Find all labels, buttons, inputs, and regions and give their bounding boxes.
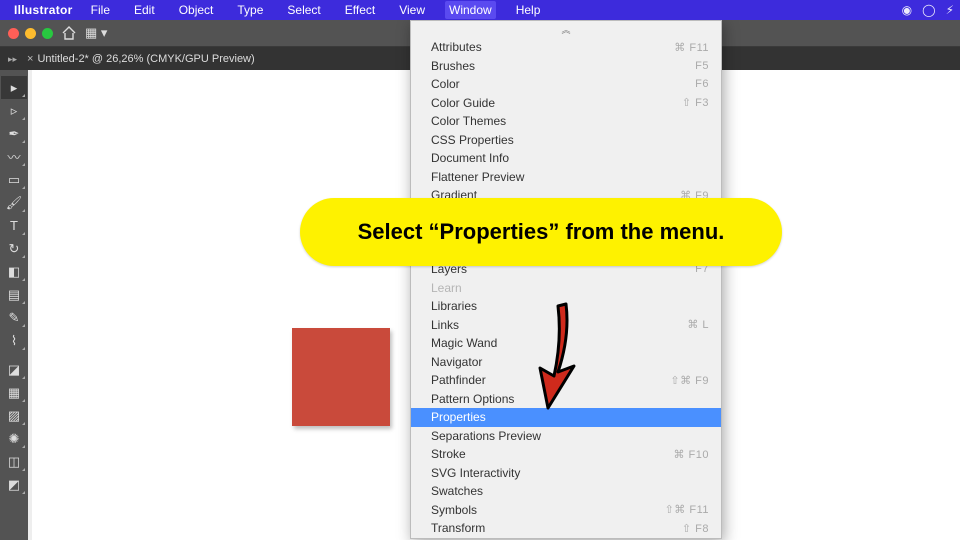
menubar-status-area: ◉ ◯ ⚡︎ bbox=[902, 3, 954, 17]
tool-type[interactable]: T bbox=[1, 214, 27, 237]
window-minimize-icon[interactable] bbox=[25, 28, 36, 39]
menu-window[interactable]: Window bbox=[445, 1, 496, 19]
menu-item-color-guide[interactable]: Color Guide ⇧ F3 bbox=[411, 94, 721, 113]
app-name[interactable]: Illustrator bbox=[14, 3, 73, 17]
menu-item-brushes[interactable]: Brushes F5 bbox=[411, 57, 721, 76]
menu-item-label: Swatches bbox=[431, 484, 483, 498]
arrow-annotation-icon bbox=[530, 296, 590, 416]
menu-item-label: Brushes bbox=[431, 59, 475, 73]
menu-item-document-info[interactable]: Document Info bbox=[411, 149, 721, 168]
menu-item-label: Learn bbox=[431, 281, 462, 295]
menu-item-flattener-preview[interactable]: Flattener Preview bbox=[411, 168, 721, 187]
menu-item-attributes[interactable]: Attributes ⌘ F11 bbox=[411, 38, 721, 57]
instruction-text: Select “Properties” from the menu. bbox=[358, 219, 725, 245]
menu-item-shortcut: F6 bbox=[695, 78, 709, 90]
menu-item-color-themes[interactable]: Color Themes bbox=[411, 112, 721, 131]
menu-item-separations-preview[interactable]: Separations Preview bbox=[411, 427, 721, 446]
tool-direct-select[interactable]: ▹ bbox=[1, 99, 27, 122]
menu-item-label: Navigator bbox=[431, 355, 482, 369]
menu-item-label: Attributes bbox=[431, 40, 482, 54]
menu-item-label: Color Guide bbox=[431, 96, 495, 110]
menu-select[interactable]: Select bbox=[283, 1, 324, 19]
tool-paintbrush[interactable]: 🖌 bbox=[1, 191, 27, 214]
user-icon[interactable]: ◯ bbox=[922, 3, 935, 17]
menu-item-label: Document Info bbox=[431, 151, 509, 165]
menu-item-label: Color bbox=[431, 77, 460, 91]
creative-cloud-icon[interactable]: ◉ bbox=[902, 3, 912, 17]
menu-item-label: CSS Properties bbox=[431, 133, 514, 147]
arrange-documents-icon[interactable]: ▦ ▾ bbox=[85, 25, 107, 41]
rectangle-shape[interactable] bbox=[292, 328, 390, 426]
menu-item-transform[interactable]: Transform ⇧ F8 bbox=[411, 519, 721, 538]
menu-item-shortcut: ⇧⌘ F11 bbox=[665, 503, 709, 516]
battery-icon: ⚡︎ bbox=[946, 3, 954, 17]
tool-rotate[interactable]: ↻ bbox=[1, 237, 27, 260]
menu-item-label: Separations Preview bbox=[431, 429, 541, 443]
tool-curvature[interactable]: 〰 bbox=[1, 145, 27, 168]
menu-item-label: Symbols bbox=[431, 503, 477, 517]
menu-item-label: Magic Wand bbox=[431, 336, 497, 350]
menu-file[interactable]: File bbox=[87, 1, 114, 19]
canvas-edge bbox=[28, 70, 32, 540]
menu-item-learn: Learn bbox=[411, 279, 721, 298]
menu-item-label: Libraries bbox=[431, 299, 477, 313]
menu-item-color[interactable]: Color F6 bbox=[411, 75, 721, 94]
menu-item-swatches[interactable]: Swatches bbox=[411, 482, 721, 501]
tool-column-graph[interactable]: ◫ bbox=[1, 450, 27, 473]
tool-pen[interactable]: ✒ bbox=[1, 122, 27, 145]
menu-item-svg-interactivity[interactable]: SVG Interactivity bbox=[411, 464, 721, 483]
window-menu-dropdown: ︽ Attributes ⌘ F11 Brushes F5 Color F6 Color G… bbox=[410, 20, 722, 539]
menu-item-label: Stroke bbox=[431, 447, 466, 461]
tab-close-icon[interactable]: × bbox=[27, 53, 33, 65]
menu-item-shortcut: ⇧ F3 bbox=[682, 96, 709, 109]
menu-item-label: Links bbox=[431, 318, 459, 332]
expand-panels-icon[interactable]: ▸▸ bbox=[8, 54, 17, 65]
tool-artboard[interactable]: ▦ bbox=[1, 381, 27, 404]
menu-item-label: Flattener Preview bbox=[431, 170, 524, 184]
menu-item-shortcut: ⌘ F10 bbox=[673, 448, 709, 461]
tool-shaper[interactable]: ⌇ bbox=[1, 329, 27, 352]
menu-item-label: Transform bbox=[431, 521, 485, 535]
tool-selection[interactable]: ▸ bbox=[1, 76, 27, 99]
menu-edit[interactable]: Edit bbox=[130, 1, 159, 19]
menu-item-shortcut: ⌘ L bbox=[687, 318, 709, 331]
menu-item-shortcut: F5 bbox=[695, 60, 709, 72]
tool-eraser[interactable]: ◧ bbox=[1, 260, 27, 283]
menu-item-shortcut: ⌘ F11 bbox=[674, 41, 709, 54]
menu-effect[interactable]: Effect bbox=[341, 1, 379, 19]
tool-rectangle[interactable]: ▭ bbox=[1, 168, 27, 191]
menu-item-label: Color Themes bbox=[431, 114, 506, 128]
menu-scroll-up-icon[interactable]: ︽ bbox=[411, 21, 721, 38]
menu-item-label: Pathfinder bbox=[431, 373, 486, 387]
tool-panel: ▸▹✒〰▭🖌T↻◧▤✎⌇ ◪▦▨✺◫◩ bbox=[0, 70, 28, 540]
menu-item-stroke[interactable]: Stroke ⌘ F10 bbox=[411, 445, 721, 464]
home-icon[interactable] bbox=[61, 26, 77, 40]
tool-fill-stroke[interactable]: ◪ bbox=[1, 358, 27, 381]
menu-item-label: SVG Interactivity bbox=[431, 466, 520, 480]
menu-item-css-properties[interactable]: CSS Properties bbox=[411, 131, 721, 150]
window-close-icon[interactable] bbox=[8, 28, 19, 39]
menu-item-shortcut: ⇧ F8 bbox=[682, 522, 709, 535]
window-traffic-lights bbox=[8, 28, 53, 39]
menu-type[interactable]: Type bbox=[233, 1, 267, 19]
tool-gradient[interactable]: ▤ bbox=[1, 283, 27, 306]
window-zoom-icon[interactable] bbox=[42, 28, 53, 39]
menu-item-label: Properties bbox=[431, 410, 486, 424]
menu-view[interactable]: View bbox=[395, 1, 429, 19]
menu-item-symbols[interactable]: Symbols ⇧⌘ F11 bbox=[411, 501, 721, 520]
tool-eyedropper[interactable]: ✎ bbox=[1, 306, 27, 329]
menu-help[interactable]: Help bbox=[512, 1, 545, 19]
instruction-callout: Select “Properties” from the menu. bbox=[300, 198, 782, 266]
tool-perspective[interactable]: ▨ bbox=[1, 404, 27, 427]
menu-item-label: Pattern Options bbox=[431, 392, 514, 406]
mac-menubar: Illustrator File Edit Object Type Select Effe… bbox=[0, 0, 960, 20]
menu-item-shortcut: ⇧⌘ F9 bbox=[670, 374, 709, 387]
menu-object[interactable]: Object bbox=[175, 1, 218, 19]
document-tab-title[interactable]: Untitled-2* @ 26,26% (CMYK/GPU Preview) bbox=[37, 53, 254, 65]
tool-symbol-sprayer[interactable]: ✺ bbox=[1, 427, 27, 450]
tool-slice[interactable]: ◩ bbox=[1, 473, 27, 496]
